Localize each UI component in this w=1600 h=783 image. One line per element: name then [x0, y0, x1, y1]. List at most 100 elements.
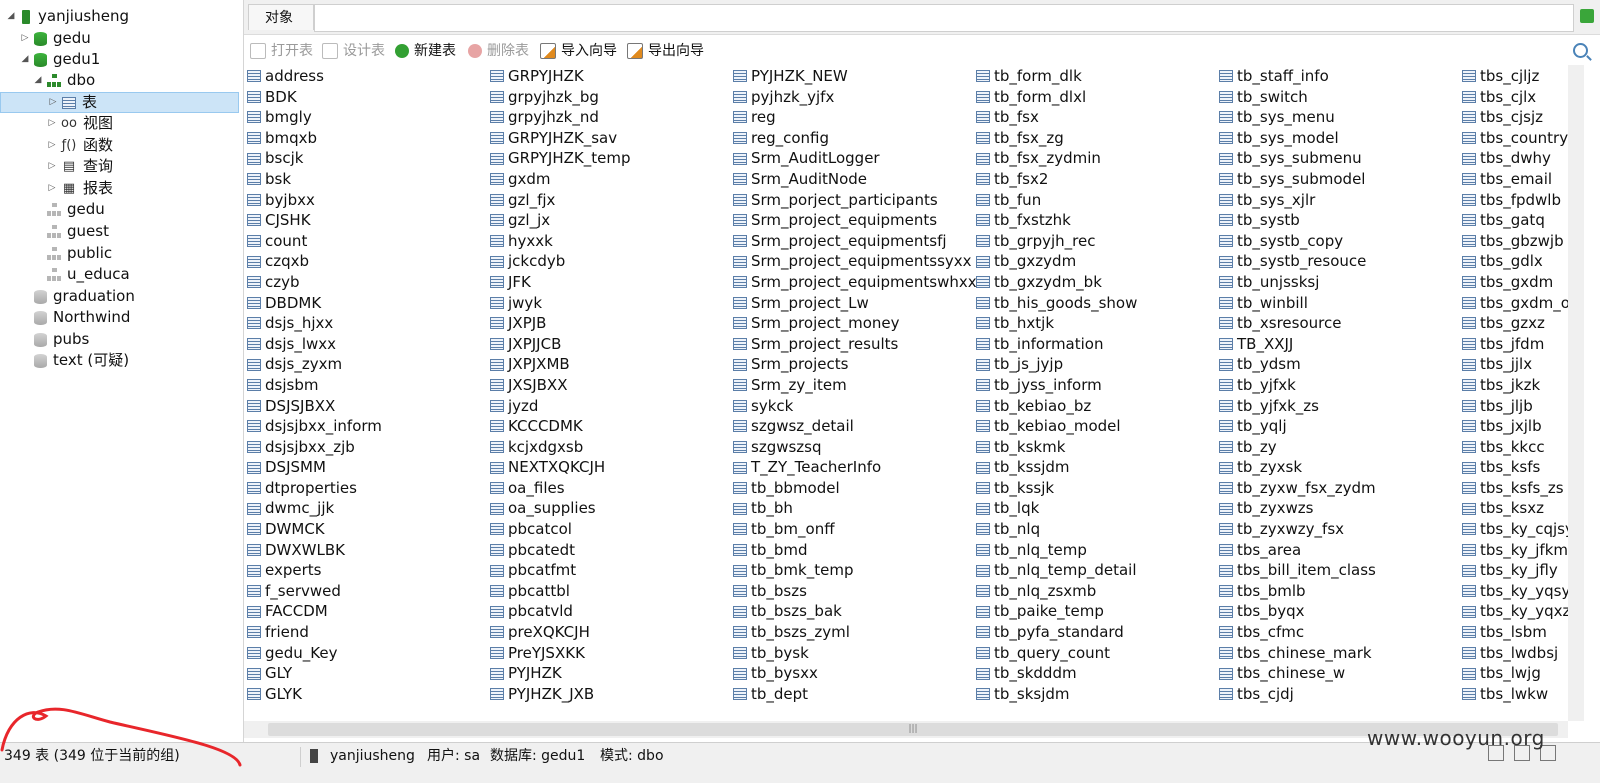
table-item[interactable]: FACCDM	[246, 601, 382, 622]
table-item[interactable]: tb_js_jyjp	[975, 354, 1137, 375]
table-item[interactable]: tb_sys_submodel	[1218, 169, 1376, 190]
table-item[interactable]: tb_kssjk	[975, 478, 1137, 499]
table-item[interactable]: pbcattbl	[489, 581, 630, 602]
table-item[interactable]: tbs_byqx	[1218, 601, 1376, 622]
tree-item[interactable]: u_educa	[31, 264, 130, 285]
table-item[interactable]: tb_sys_xjlr	[1218, 190, 1376, 211]
table-item[interactable]: tbs_cfmc	[1218, 622, 1376, 643]
table-item[interactable]: tb_query_count	[975, 643, 1137, 664]
table-item[interactable]: GLY	[246, 663, 382, 684]
table-item[interactable]: tb_zy	[1218, 437, 1376, 458]
table-item[interactable]: DWXWLBK	[246, 540, 382, 561]
table-item[interactable]: Srm_porject_participants	[732, 190, 977, 211]
table-item[interactable]: tb_fun	[975, 190, 1137, 211]
expand-arrow-icon[interactable]: ▷	[45, 113, 59, 134]
table-item[interactable]: DBDMK	[246, 293, 382, 314]
table-item[interactable]: tb_switch	[1218, 87, 1376, 108]
tree-item[interactable]: ▷ gedu	[18, 28, 91, 49]
expand-arrow-icon[interactable]: ◢	[18, 49, 32, 70]
tree-item[interactable]: ▷ 表	[0, 92, 239, 113]
table-item[interactable]: tb_bysxx	[732, 663, 977, 684]
table-item[interactable]: tbs_gatq	[1461, 210, 1568, 231]
table-item[interactable]: tbs_ksxz	[1461, 498, 1568, 519]
table-item[interactable]: tb_grpyjh_rec	[975, 231, 1137, 252]
table-item[interactable]: tb_bbmodel	[732, 478, 977, 499]
table-item[interactable]: DSJSMM	[246, 457, 382, 478]
table-item[interactable]: tb_lqk	[975, 498, 1137, 519]
tree-item[interactable]: pubs	[18, 329, 89, 350]
table-item[interactable]: gxdm	[489, 169, 630, 190]
table-item[interactable]: tb_staff_info	[1218, 66, 1376, 87]
table-item[interactable]: tb_fsx_zg	[975, 128, 1137, 149]
table-item[interactable]: PYJHZK_JXB	[489, 684, 630, 705]
table-item[interactable]: JXPJB	[489, 313, 630, 334]
table-item[interactable]: NEXTXQKCJH	[489, 457, 630, 478]
table-item[interactable]: tb_sys_submenu	[1218, 148, 1376, 169]
table-item[interactable]: tb_yqlj	[1218, 416, 1376, 437]
tree-item[interactable]: guest	[31, 221, 109, 242]
table-item[interactable]: dwmc_jjk	[246, 498, 382, 519]
tree-item[interactable]: ▷ ƒ() 函数	[45, 135, 113, 156]
table-item[interactable]: count	[246, 231, 382, 252]
table-item[interactable]: Srm_project_equipmentsfj	[732, 231, 977, 252]
table-item[interactable]: JFK	[489, 272, 630, 293]
table-item[interactable]: tbs_gdlx	[1461, 251, 1568, 272]
table-item[interactable]: GRPYJHZK	[489, 66, 630, 87]
table-item[interactable]: Srm_project_money	[732, 313, 977, 334]
design-table-button[interactable]: 设计表	[322, 40, 385, 62]
table-item[interactable]: CJSHK	[246, 210, 382, 231]
table-item[interactable]: preXQKCJH	[489, 622, 630, 643]
table-item[interactable]: DWMCK	[246, 519, 382, 540]
table-item[interactable]: JXPJXMB	[489, 354, 630, 375]
table-item[interactable]: tbs_fpdwlb	[1461, 190, 1568, 211]
table-item[interactable]: tbs_ky_jfkm	[1461, 540, 1568, 561]
table-item[interactable]: gzl_jx	[489, 210, 630, 231]
table-item[interactable]: szgwszsq	[732, 437, 977, 458]
table-item[interactable]: dsjs_hjxx	[246, 313, 382, 334]
table-item[interactable]: oa_supplies	[489, 498, 630, 519]
table-item[interactable]: tbs_lwkw	[1461, 684, 1568, 705]
table-item[interactable]: pbcatfmt	[489, 560, 630, 581]
table-item[interactable]: tb_systb	[1218, 210, 1376, 231]
table-item[interactable]: tb_information	[975, 334, 1137, 355]
table-item[interactable]: tb_jyss_inform	[975, 375, 1137, 396]
table-item[interactable]: tbs_lwjg	[1461, 663, 1568, 684]
table-item[interactable]: GRPYJHZK_temp	[489, 148, 630, 169]
tree-item[interactable]: ◢ dbo	[31, 70, 96, 91]
tree-item[interactable]: Northwind	[18, 307, 130, 328]
table-item[interactable]: tb_unjssksj	[1218, 272, 1376, 293]
table-item[interactable]: gedu_Key	[246, 643, 382, 664]
table-item[interactable]: tb_zyxwzy_fsx	[1218, 519, 1376, 540]
table-item[interactable]: szgwsz_detail	[732, 416, 977, 437]
expand-arrow-icon[interactable]: ◢	[4, 6, 18, 27]
table-item[interactable]: Srm_project_equipments	[732, 210, 977, 231]
table-item[interactable]: reg_config	[732, 128, 977, 149]
table-item[interactable]: dsjsjbxx_inform	[246, 416, 382, 437]
table-item[interactable]: pbcatcol	[489, 519, 630, 540]
table-item[interactable]: Srm_project_equipmentswhxx	[732, 272, 977, 293]
table-item[interactable]: tb_pyfa_standard	[975, 622, 1137, 643]
table-item[interactable]: tb_nlq_zsxmb	[975, 581, 1137, 602]
table-item[interactable]: tb_systb_resouce	[1218, 251, 1376, 272]
table-item[interactable]: tbs_ky_jfly	[1461, 560, 1568, 581]
table-item[interactable]: tb_bszs_zyml	[732, 622, 977, 643]
table-item[interactable]: bsk	[246, 169, 382, 190]
table-item[interactable]: tb_paike_temp	[975, 601, 1137, 622]
table-item[interactable]: pbcatedt	[489, 540, 630, 561]
table-item[interactable]: grpyjhzk_nd	[489, 107, 630, 128]
table-item[interactable]: KCCCDMK	[489, 416, 630, 437]
tree-item[interactable]: text (可疑)	[18, 350, 129, 371]
table-item[interactable]: tbs_chinese_mark	[1218, 643, 1376, 664]
table-item[interactable]: address	[246, 66, 382, 87]
table-item[interactable]: tbs_area	[1218, 540, 1376, 561]
table-item[interactable]: tb_bmk_temp	[732, 560, 977, 581]
table-item[interactable]: czyb	[246, 272, 382, 293]
table-item[interactable]: tbs_kkcc	[1461, 437, 1568, 458]
table-item[interactable]: tbs_gxdm_o	[1461, 293, 1568, 314]
table-item[interactable]: tbs_gbzwjb	[1461, 231, 1568, 252]
table-item[interactable]: Srm_project_results	[732, 334, 977, 355]
tab-objects[interactable]: 对象	[248, 4, 314, 30]
table-item[interactable]: tb_bysk	[732, 643, 977, 664]
table-item[interactable]: tbs_email	[1461, 169, 1568, 190]
table-item[interactable]: Srm_project_Lw	[732, 293, 977, 314]
